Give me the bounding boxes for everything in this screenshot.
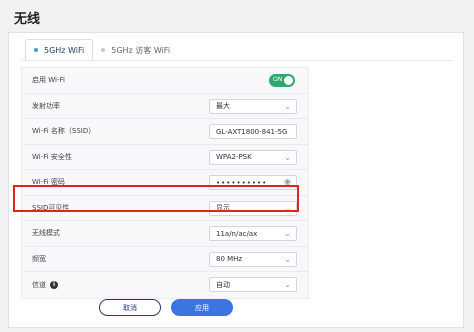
row-security: Wi-Fi 安全性 WPA2-PSK ⌄ [22,145,308,170]
toggle-knob [284,76,293,85]
row-ssid: Wi-Fi 名称（SSID） GL-AXT1800-841-5G [22,119,308,145]
chevron-down-icon: ⌄ [284,280,291,289]
chevron-down-icon: ⌄ [284,152,291,162]
bandwidth-label: 频宽 [32,254,46,263]
security-select[interactable]: WPA2-PSK ⌄ [209,149,297,165]
enable-wifi-label: 启用 Wi-Fi [32,76,65,85]
active-dot-icon [34,48,38,52]
tab-5ghz-wifi[interactable]: 5GHz WiFi [25,39,94,61]
row-wireless-mode: 无线模式 11a/n/ac/ax ⌄ [22,221,308,247]
tab-label: 5GHz WiFi [44,45,85,55]
tab-label: 5GHz 访客 WiFi [111,45,171,55]
cancel-button[interactable]: 取消 [99,299,161,316]
wireless-mode-label: 无线模式 [32,229,60,238]
tx-power-value: 最大 [216,102,230,110]
chevron-down-icon: ⌄ [284,203,291,213]
toggle-state-text: ON [273,76,283,83]
row-enable-wifi: 启用 Wi-Fi ON [22,68,308,94]
wifi-settings-panel: 5GHz WiFi 5GHz 访客 WiFi 启用 Wi-Fi ON 发射功率 … [8,32,464,328]
inactive-dot-icon [101,48,106,52]
tab-bar: 5GHz WiFi 5GHz 访客 WiFi [25,39,178,61]
channel-label-text: 信道 [32,280,46,289]
tx-power-select[interactable]: 最大 ⌄ [209,98,297,114]
chevron-down-icon: ⌄ [284,101,291,111]
row-ssid-visibility: SSID可见性 显示 ⌄ [22,196,308,221]
ssid-value: GL-AXT1800-841-5G [216,127,288,136]
row-password: Wi-Fi 密码 •••••••••• ◉ [22,170,308,196]
info-icon[interactable]: i [50,280,58,289]
page-title: 无线 [14,12,41,27]
chevron-down-icon: ⌄ [284,254,291,264]
tx-power-label: 发射功率 [32,101,60,110]
password-label: Wi-Fi 密码 [32,178,65,187]
wireless-mode-value: 11a/n/ac/ax [216,229,258,238]
row-bandwidth: 频宽 80 MHz ⌄ [22,247,308,272]
tab-5ghz-guest-wifi[interactable]: 5GHz 访客 WiFi [93,39,178,61]
ssid-input[interactable]: GL-AXT1800-841-5G [209,124,297,139]
tab-divider [21,60,453,61]
channel-value: 自动 [216,280,230,289]
ssid-visibility-select[interactable]: 显示 ⌄ [209,200,297,216]
action-buttons: 取消 应用 [99,299,233,316]
security-value: WPA2-PSK [216,153,252,161]
row-channel: 信道 i 自动 ⌄ [22,272,308,298]
bandwidth-value: 80 MHz [216,255,243,263]
wireless-mode-select[interactable]: 11a/n/ac/ax ⌄ [209,226,297,241]
ssid-label: Wi-Fi 名称（SSID） [32,127,96,136]
channel-label: 信道 i [32,280,58,290]
chevron-down-icon: ⌄ [284,229,291,238]
password-value: •••••••••• [216,178,268,187]
apply-button[interactable]: 应用 [171,299,233,316]
row-tx-power: 发射功率 最大 ⌄ [22,94,308,119]
enable-wifi-toggle[interactable]: ON [269,74,295,87]
channel-select[interactable]: 自动 ⌄ [209,277,297,292]
ssid-visibility-label: SSID可见性 [32,203,70,212]
ssid-visibility-value: 显示 [216,204,230,212]
eye-icon[interactable]: ◉ [284,177,292,186]
bandwidth-select[interactable]: 80 MHz ⌄ [209,251,297,267]
password-input[interactable]: •••••••••• ◉ [209,175,297,190]
security-label: Wi-Fi 安全性 [32,152,72,161]
wifi-form: 启用 Wi-Fi ON 发射功率 最大 ⌄ Wi-Fi 名称（SSID） GL-… [21,67,309,299]
